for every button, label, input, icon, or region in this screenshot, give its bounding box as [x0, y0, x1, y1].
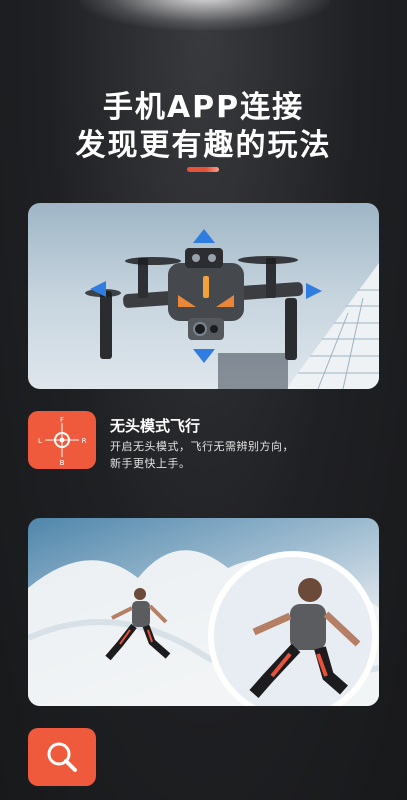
compass-icon-tile: F L R B	[28, 411, 96, 469]
search-icon-tile	[28, 728, 96, 786]
compass-icon: F L R B	[38, 416, 87, 467]
top-light-glow	[80, 0, 330, 30]
building-glass	[218, 353, 288, 389]
headline-line-2: 发现更有趣的玩法	[75, 128, 332, 163]
search-icon	[47, 742, 77, 772]
subject-tracking-image	[28, 518, 379, 706]
feature-headless-title: 无头模式飞行	[110, 417, 201, 435]
building-shape	[286, 263, 379, 389]
feature-headless-desc-2: 新手更快上手。	[110, 457, 191, 470]
feature-headless-desc-1: 开启无头模式，飞行无需辨别方向，	[110, 440, 294, 453]
tracking-scene	[28, 550, 379, 706]
drone	[85, 248, 303, 360]
compass-right-label: R	[82, 437, 87, 445]
arrow-right-icon	[306, 283, 322, 299]
drone-scene	[85, 229, 379, 389]
arrow-down-icon	[193, 349, 215, 363]
drone-direction-image	[28, 203, 379, 389]
accent-divider	[187, 167, 219, 172]
compass-left-label: L	[38, 437, 42, 445]
arrow-up-icon	[193, 229, 215, 243]
compass-back-label: B	[60, 459, 65, 467]
compass-front-label: F	[60, 416, 64, 424]
